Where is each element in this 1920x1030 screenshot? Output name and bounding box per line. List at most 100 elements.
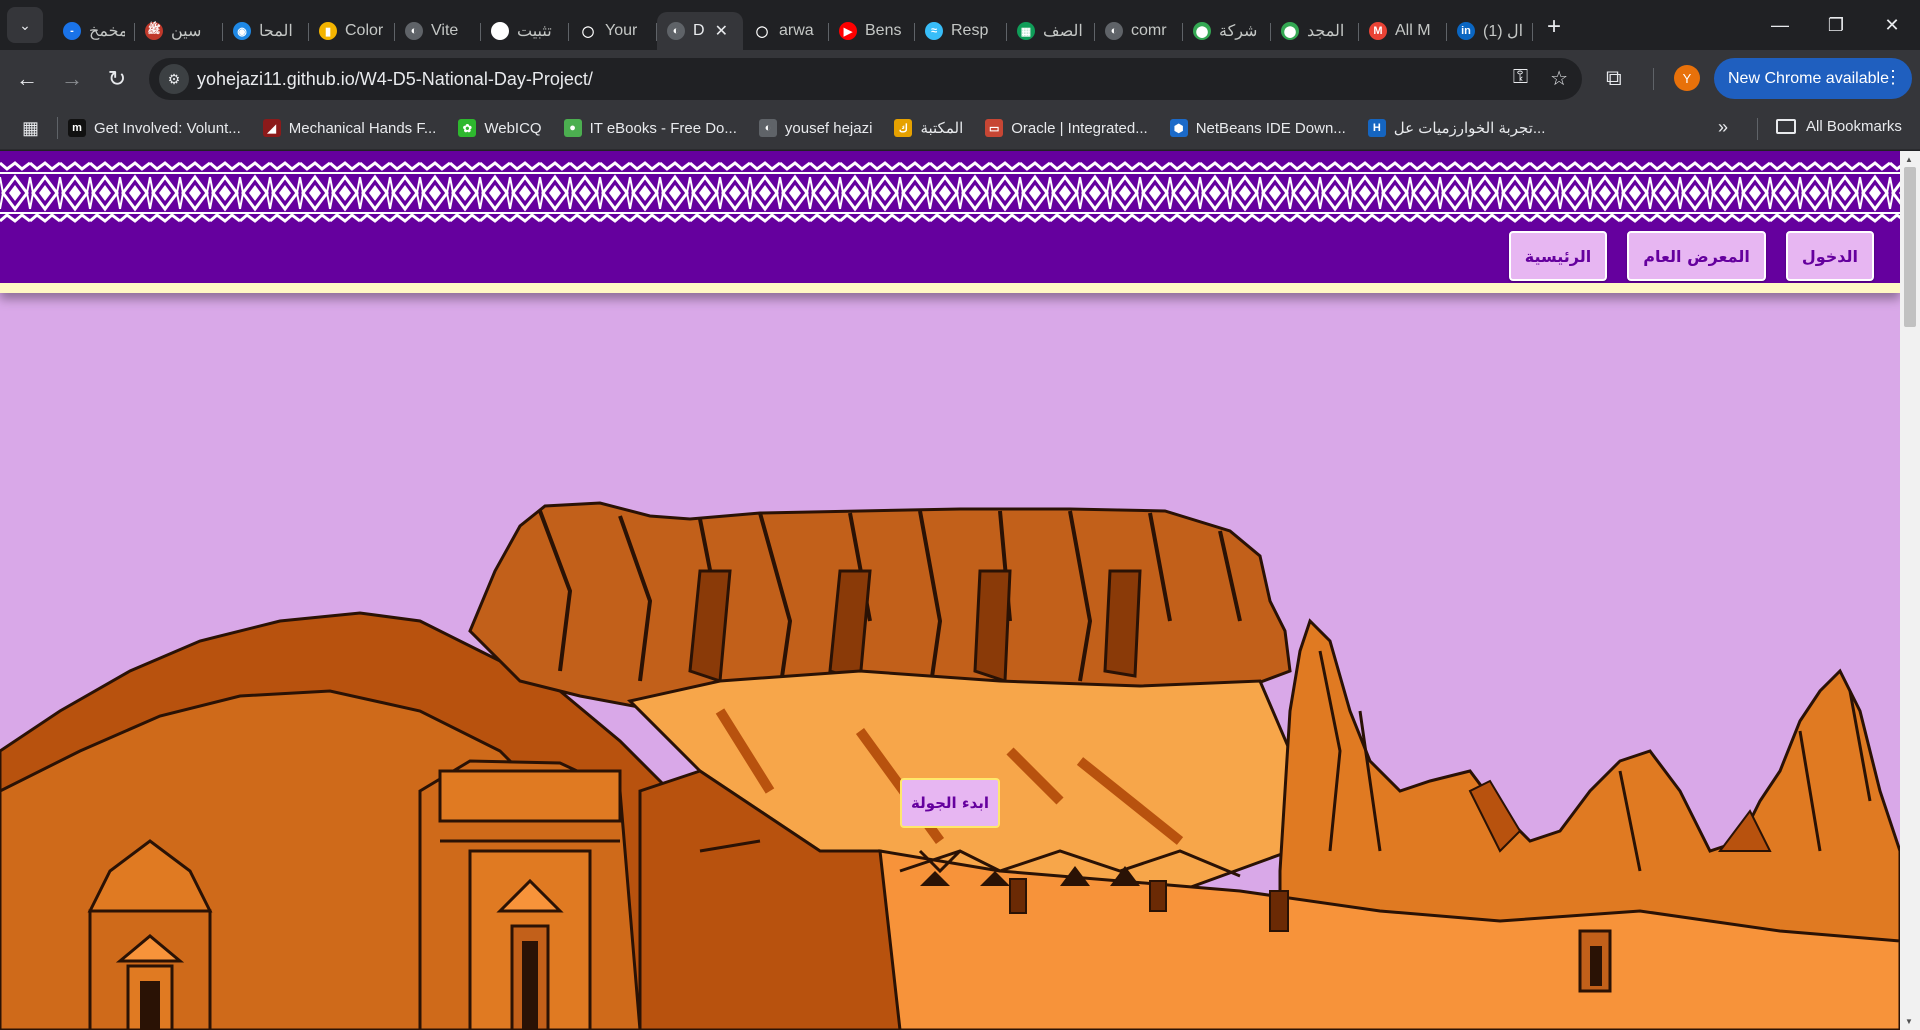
browser-tab[interactable]: ▦ الصف [1007,12,1095,50]
bookmark-item[interactable]: ▭ Oracle | Integrated... [985,119,1148,137]
address-bar[interactable]: ⚙ yohejazi11.github.io/W4-D5-National-Da… [149,58,1582,100]
tab-title: All M [1395,22,1431,39]
address-url[interactable]: yohejazi11.github.io/W4-D5-National-Day-… [197,69,593,90]
tab-search-button[interactable]: ⌄ [7,7,43,43]
sadu-pattern-border [0,159,1900,227]
new-tab-button[interactable]: + [1547,13,1561,41]
tab-list: - مخمخ ﷺ سين ◉ المحا ▮ Color ◐ Vite ✿ تثبيت ◯ Your ◐ D ✕… [53,0,1533,50]
bookmark-item[interactable]: ك المكتبة [894,119,963,137]
tab-title: comr [1131,22,1167,39]
bookmark-item[interactable]: ◢ Mechanical Hands F... [262,119,437,137]
bookmark-item[interactable]: m Get Involved: Volunt... [68,119,241,137]
bookmark-favicon-icon: ● [563,119,582,137]
bookmark-item[interactable]: ● IT eBooks - Free Do... [563,119,737,137]
browser-tab[interactable]: ◯ Your [569,12,657,50]
browser-tab[interactable]: M All M [1359,12,1447,50]
all-bookmarks-button[interactable]: All Bookmarks [1776,118,1902,135]
tab-favicon-icon: ◐ [667,22,685,40]
tab-favicon-icon: ◐ [405,22,423,40]
header-bottom-strip [0,283,1900,293]
tab-favicon-icon: - [63,22,81,40]
bookmark-item[interactable]: H تجربة الخوارزميات عل... [1367,119,1546,137]
browser-tab[interactable]: ◐ D ✕ [657,12,743,50]
tab-title: Vite [431,22,459,39]
bookmark-label: IT eBooks - Free Do... [589,119,737,137]
bookmark-label: NetBeans IDE Down... [1195,119,1346,137]
tab-title: arwa [779,22,814,39]
bookmark-item[interactable]: ⬢ NetBeans IDE Down... [1169,119,1346,137]
close-window-button[interactable]: ✕ [1864,0,1920,50]
tab-title: الصف [1043,23,1083,40]
browser-tab[interactable]: ◉ المحا [223,12,309,50]
bookmark-star-icon[interactable]: ☆ [1550,66,1568,91]
bookmark-label: WebICQ [484,119,542,137]
browser-tab[interactable]: ▮ Color [309,12,395,50]
site-info-icon[interactable]: ⚙ [159,64,189,94]
start-tour-button[interactable]: ابدء الجولة [900,778,1000,828]
bookmark-label: Mechanical Hands F... [288,119,437,137]
home-button[interactable]: الرئيسية [1508,231,1608,281]
tab-title: Your [605,22,638,39]
scroll-down-arrow-icon[interactable]: ▼ [1905,1017,1913,1026]
browser-tab[interactable]: in (1) ال [1447,12,1533,50]
all-bookmarks-label: All Bookmarks [1806,118,1902,135]
bookmark-favicon-icon: ◐ [758,119,777,137]
browser-tab[interactable]: ≈ Resp [915,12,1007,50]
bookmark-favicon-icon: ◢ [262,119,281,137]
gallery-button[interactable]: المعرض العام [1627,231,1766,281]
bookmarks-divider-right [1757,118,1758,140]
tab-close-icon[interactable]: ✕ [715,21,728,41]
bookmark-label: تجربة الخوارزميات عل... [1393,120,1546,137]
tab-title: D [693,22,705,39]
scrollbar-thumb[interactable] [1904,167,1916,327]
tab-favicon-icon: ⬤ [1193,22,1211,40]
bookmark-favicon-icon: ك [894,119,913,137]
page-viewport: الدخول المعرض العام الرئيسية ابدء الجولة [0,151,1900,1030]
browser-tab[interactable]: ◯ arwa [743,12,829,50]
extensions-puzzle-icon[interactable]: ⧉ [1606,65,1622,91]
browser-tab[interactable]: ⬤ شركة [1183,12,1271,50]
tab-favicon-icon: ⬤ [1281,22,1299,40]
browser-tab[interactable]: ▶ Bens [829,12,915,50]
bookmark-item[interactable]: ✿ WebICQ [458,119,542,137]
tab-strip: ⌄ - مخمخ ﷺ سين ◉ المحا ▮ Color ◐ Vite ✿ تثبيت ◯ Your ◐… [0,0,1920,50]
bookmark-item[interactable]: ◐ yousef hejazi [758,119,872,137]
tab-favicon-icon: ▦ [1017,22,1035,40]
minimize-button[interactable]: — [1752,0,1808,50]
browser-tab[interactable]: ﷺ سين [135,12,223,50]
arrow-left-icon: ← [16,65,38,91]
tab-title: مخمخ [89,23,125,40]
site-header: الدخول المعرض العام الرئيسية [0,151,1900,293]
apps-grid-icon[interactable]: ▦ [22,118,39,139]
bookmark-favicon-icon: ▭ [985,119,1004,137]
back-button[interactable]: ← [9,61,45,97]
folder-icon [1776,119,1796,134]
update-label: New Chrome available [1728,69,1889,87]
chrome-update-button[interactable]: New Chrome available ⋮ [1714,58,1912,99]
scroll-up-arrow-icon[interactable]: ▲ [1905,155,1913,164]
kebab-menu-icon[interactable]: ⋮ [1884,67,1902,88]
bookmark-favicon-icon: ✿ [458,119,477,137]
browser-tab[interactable]: ◐ comr [1095,12,1183,50]
tab-favicon-icon: M [1369,22,1387,40]
tab-title: المجد [1307,23,1345,40]
bookmark-favicon-icon: H [1367,119,1386,137]
browser-tab[interactable]: ◐ Vite [395,12,481,50]
reload-button[interactable]: ↻ [99,61,135,97]
tab-title: تثبيت [517,23,552,40]
more-bookmarks-icon[interactable]: » [1718,117,1728,138]
arrow-right-icon: → [61,65,83,91]
password-key-icon[interactable]: ⚿ [1513,66,1528,91]
maximize-button[interactable]: ❐ [1808,0,1864,50]
browser-tab[interactable]: ✿ تثبيت [481,12,569,50]
bookmark-label: Get Involved: Volunt... [94,119,241,137]
page-scrollbar[interactable]: ▲ ▼ [1900,151,1920,1030]
tab-title: Resp [951,22,989,39]
bookmark-label: Oracle | Integrated... [1011,119,1148,137]
browser-toolbar: ← → ↻ ⚙ yohejazi11.github.io/W4-D5-Natio… [0,50,1920,107]
browser-tab[interactable]: ⬤ المجد [1271,12,1359,50]
forward-button[interactable]: → [54,61,90,97]
profile-avatar[interactable]: Y [1674,65,1700,91]
browser-tab[interactable]: - مخمخ [53,12,135,50]
login-button[interactable]: الدخول [1785,231,1874,281]
